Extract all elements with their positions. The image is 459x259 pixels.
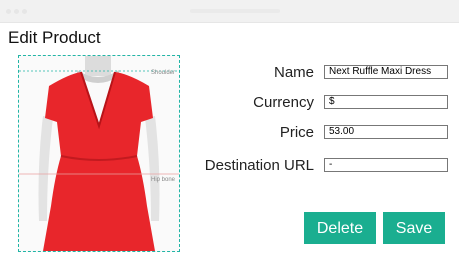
product-image[interactable]: Shoulder Hip bone bbox=[18, 55, 180, 252]
currency-field[interactable] bbox=[324, 95, 448, 109]
destination-url-field[interactable] bbox=[324, 158, 448, 172]
price-label: Price bbox=[279, 124, 314, 141]
price-field[interactable] bbox=[324, 125, 448, 139]
window-close-dot[interactable] bbox=[6, 9, 11, 14]
page-title: Edit Product bbox=[8, 28, 101, 47]
currency-label: Currency bbox=[253, 94, 314, 111]
dress-mannequin-image bbox=[19, 56, 179, 251]
window-minimize-dot[interactable] bbox=[14, 9, 19, 14]
title-bar bbox=[0, 0, 459, 23]
window-maximize-dot[interactable] bbox=[22, 9, 27, 14]
name-field[interactable] bbox=[324, 65, 448, 79]
save-button[interactable]: Save bbox=[383, 212, 445, 244]
destination-url-label: Destination URL bbox=[204, 157, 314, 174]
edit-product-window: Edit Product Shoulder Hip bone Name Curr… bbox=[0, 0, 459, 259]
name-label: Name bbox=[273, 64, 314, 81]
delete-button[interactable]: Delete bbox=[304, 212, 376, 244]
title-bar-handle bbox=[190, 9, 280, 13]
guide-label-hip: Hip bone bbox=[151, 177, 176, 183]
